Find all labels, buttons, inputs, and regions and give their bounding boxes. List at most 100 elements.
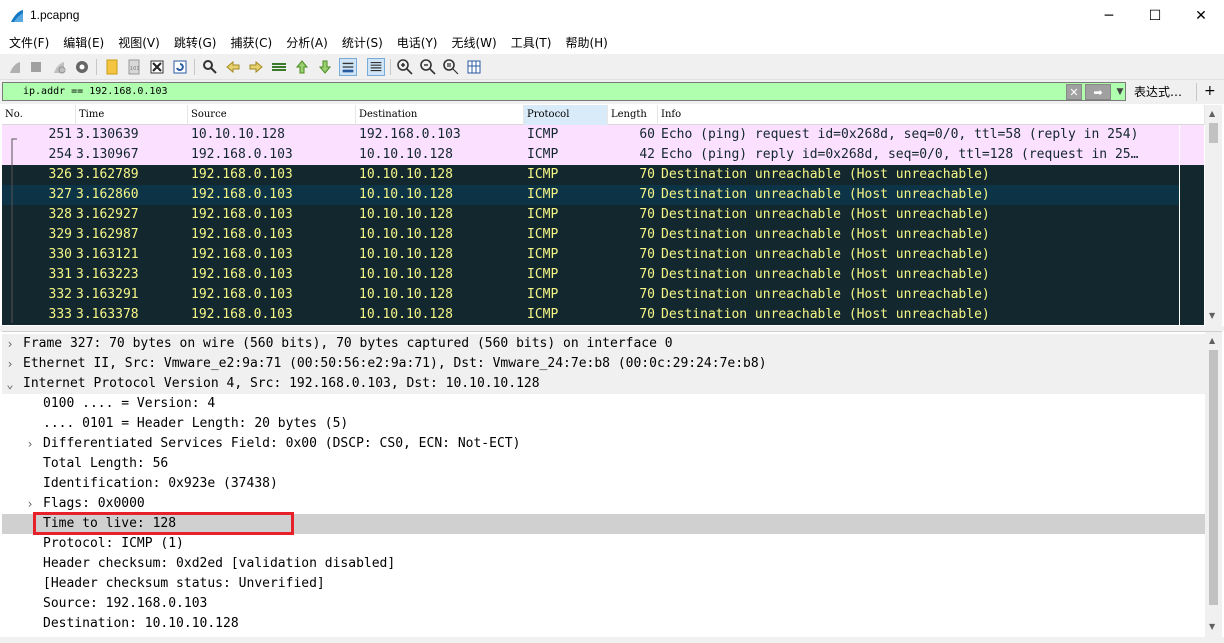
packet-row[interactable]: 326 3.162789 192.168.0.103 10.10.10.128 ICMP…	[2, 165, 1179, 185]
scroll-thumb[interactable]	[1209, 123, 1218, 143]
packet-row[interactable]: 327 3.162860 192.168.0.103 10.10.10.128 ICMP…	[2, 185, 1179, 205]
packet-minimap[interactable]	[1180, 125, 1204, 325]
column-header-info[interactable]: Info	[658, 105, 1205, 125]
zoom-out-icon[interactable]	[419, 58, 437, 76]
menu-item[interactable]: 跳转(G)	[167, 32, 224, 54]
packet-list-scrollbar[interactable]: ▲ ▼	[1205, 105, 1222, 326]
packet-row[interactable]: 332 3.163291 192.168.0.103 10.10.10.128 ICMP…	[2, 285, 1179, 305]
menu-item[interactable]: 统计(S)	[335, 32, 390, 54]
menu-item[interactable]: 编辑(E)	[56, 32, 111, 54]
go-to-packet-icon[interactable]	[270, 58, 288, 76]
column-header-time[interactable]: Time	[76, 105, 188, 125]
stop-capture-icon[interactable]	[27, 58, 45, 76]
filter-history-dropdown[interactable]: ▼	[1114, 84, 1126, 100]
auto-scroll-icon[interactable]	[339, 58, 357, 76]
go-first-icon[interactable]	[293, 58, 311, 76]
chevron-down-icon[interactable]: ⌄	[3, 374, 17, 394]
maximize-button[interactable]: ☐	[1132, 0, 1178, 32]
expression-button[interactable]: 表达式…	[1134, 83, 1182, 101]
chevron-right-icon[interactable]: ›	[23, 494, 37, 514]
detail-row[interactable]: Source: 192.168.0.103	[2, 594, 1205, 614]
detail-row[interactable]: .... 0101 = Header Length: 20 bytes (5)	[2, 414, 1205, 434]
packet-length: 70	[639, 187, 655, 202]
packet-time: 3.130639	[76, 127, 139, 142]
packet-row[interactable]: 333 3.163378 192.168.0.103 10.10.10.128 ICMP…	[2, 305, 1179, 325]
find-packet-icon[interactable]	[201, 58, 219, 76]
packet-length: 70	[639, 227, 655, 242]
detail-row[interactable]: Destination: 10.10.10.128	[2, 614, 1205, 634]
save-file-icon[interactable]: 101	[125, 58, 143, 76]
chevron-right-icon[interactable]: ›	[3, 354, 17, 374]
resize-columns-icon[interactable]	[465, 58, 483, 76]
details-scrollbar[interactable]: ▲ ▼	[1205, 332, 1222, 637]
scroll-up-icon[interactable]: ▲	[1209, 336, 1215, 345]
menu-item[interactable]: 电话(Y)	[390, 32, 445, 54]
add-filter-button[interactable]: +	[1204, 82, 1216, 100]
apply-filter-button[interactable]: ➡	[1085, 84, 1111, 100]
packet-source: 192.168.0.103	[191, 207, 293, 222]
scroll-thumb[interactable]	[1209, 350, 1218, 605]
column-header-destination[interactable]: Destination	[356, 105, 524, 125]
open-file-icon[interactable]	[103, 58, 121, 76]
chevron-right-icon[interactable]: ›	[23, 434, 37, 454]
packet-time: 3.163223	[76, 267, 139, 282]
scroll-up-icon[interactable]: ▲	[1209, 109, 1215, 118]
go-last-icon[interactable]	[316, 58, 334, 76]
colorize-icon[interactable]	[367, 58, 385, 76]
detail-row[interactable]: Total Length: 56	[2, 454, 1205, 474]
close-button[interactable]: ✕	[1178, 0, 1224, 32]
menu-item[interactable]: 无线(W)	[445, 32, 504, 54]
restart-capture-icon[interactable]	[50, 58, 68, 76]
reload-file-icon[interactable]	[171, 58, 189, 76]
chevron-right-icon[interactable]: ›	[3, 334, 17, 354]
packet-protocol: ICMP	[527, 207, 559, 222]
detail-row[interactable]: › Frame 327: 70 bytes on wire (560 bits),…	[2, 334, 1205, 354]
detail-row[interactable]: Identification: 0x923e (37438)	[2, 474, 1205, 494]
menu-item[interactable]: 帮助(H)	[558, 32, 614, 54]
detail-row[interactable]: Protocol: ICMP (1)	[2, 534, 1205, 554]
packet-row[interactable]: 328 3.162927 192.168.0.103 10.10.10.128 ICMP…	[2, 205, 1179, 225]
menu-item[interactable]: 视图(V)	[111, 32, 167, 54]
menu-item[interactable]: 文件(F)	[2, 32, 56, 54]
packet-list: No. Time Source Destination Protocol Length In…	[2, 105, 1205, 326]
packet-details: › Frame 327: 70 bytes on wire (560 bits),…	[2, 331, 1222, 637]
detail-row[interactable]: › Ethernet II, Src: Vmware_e2:9a:71 (00:5…	[2, 354, 1205, 374]
display-filter-input[interactable]	[2, 82, 1126, 101]
packet-row[interactable]: 329 3.162987 192.168.0.103 10.10.10.128 ICMP…	[2, 225, 1179, 245]
menu-item[interactable]: 捕获(C)	[223, 32, 279, 54]
display-filter-bar: ✕ ➡ ▼ 表达式… +	[0, 80, 1224, 104]
menu-item[interactable]: 工具(T)	[504, 32, 559, 54]
column-header-source[interactable]: Source	[188, 105, 356, 125]
detail-row[interactable]: Header checksum: 0xd2ed [validation disa…	[2, 554, 1205, 574]
go-back-icon[interactable]	[224, 58, 242, 76]
column-header-length[interactable]: Length	[608, 105, 658, 125]
packet-row[interactable]: 331 3.163223 192.168.0.103 10.10.10.128 ICMP…	[2, 265, 1179, 285]
column-header-no[interactable]: No.	[2, 105, 76, 125]
column-header-protocol[interactable]: Protocol	[524, 105, 608, 125]
detail-row[interactable]: [Header checksum status: Unverified]	[2, 574, 1205, 594]
detail-row[interactable]: › Differentiated Services Field: 0x00 (DS…	[2, 434, 1205, 454]
capture-options-icon[interactable]	[73, 58, 91, 76]
packet-info: Destination unreachable (Host unreachabl…	[661, 167, 990, 182]
packet-row[interactable]: 251 3.130639 10.10.10.128 192.168.0.103 ICMP…	[2, 125, 1179, 145]
normal-size-icon[interactable]	[442, 58, 460, 76]
main-toolbar: 101	[0, 54, 1224, 80]
clear-filter-button[interactable]: ✕	[1066, 84, 1082, 100]
packet-row[interactable]: 254 3.130967 192.168.0.103 10.10.10.128 ICMP…	[2, 145, 1179, 165]
close-icon: ✕	[1195, 8, 1207, 24]
menu-item[interactable]: 分析(A)	[279, 32, 335, 54]
detail-row[interactable]: ⌄ Internet Protocol Version 4, Src: 192.1…	[2, 374, 1205, 394]
detail-row[interactable]: 0100 .... = Version: 4	[2, 394, 1205, 414]
packet-length: 70	[639, 207, 655, 222]
scroll-down-icon[interactable]: ▼	[1209, 622, 1215, 631]
packet-destination: 192.168.0.103	[359, 127, 461, 142]
zoom-in-icon[interactable]	[396, 58, 414, 76]
go-forward-icon[interactable]	[247, 58, 265, 76]
minimize-button[interactable]: ─	[1086, 0, 1132, 32]
detail-row[interactable]: › Flags: 0x0000	[2, 494, 1205, 514]
start-capture-icon[interactable]	[6, 58, 24, 76]
packet-row[interactable]: 330 3.163121 192.168.0.103 10.10.10.128 ICMP…	[2, 245, 1179, 265]
close-file-icon[interactable]	[148, 58, 166, 76]
packet-time: 3.162860	[76, 187, 139, 202]
scroll-down-icon[interactable]: ▼	[1209, 311, 1215, 320]
